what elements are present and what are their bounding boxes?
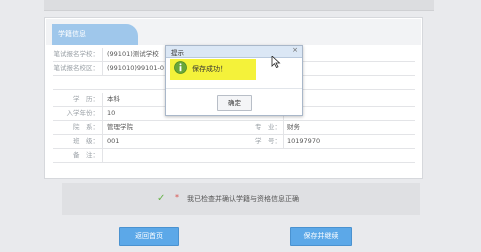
divider — [102, 62, 103, 75]
info-icon — [174, 61, 187, 74]
divider — [102, 149, 103, 162]
class-label: 班 级： — [73, 137, 99, 145]
check-icon[interactable]: ✓ — [157, 193, 165, 204]
ok-button[interactable]: 确定 — [217, 95, 252, 111]
major-label: 专 业： — [255, 123, 281, 131]
education-value: 本科 — [107, 95, 120, 103]
row-class: 班 级： 001 学 号： 10197970 — [53, 135, 415, 149]
confirm-text: 我已检查并确认学籍与资格信息正确 — [187, 195, 299, 203]
row-remark: 备 注： — [53, 149, 415, 163]
card-header: 学籍信息 — [46, 19, 421, 45]
college-label: 院 系： — [73, 123, 99, 131]
student-id-label: 学 号： — [255, 137, 281, 145]
campus-label: 笔试报名校区： — [53, 64, 100, 72]
major-value: 财务 — [287, 123, 300, 131]
entry-year-value: 10 — [107, 109, 116, 117]
school-label: 笔试报名学校： — [53, 50, 100, 58]
divider — [102, 107, 103, 120]
top-bar — [44, 0, 434, 11]
dialog-divider — [166, 88, 302, 89]
mouse-cursor-icon — [271, 56, 281, 68]
dialog-title: 提示 — [171, 49, 184, 57]
divider — [102, 48, 103, 61]
save-continue-button[interactable]: 保存并继续 — [290, 227, 352, 246]
remark-label: 备 注： — [73, 151, 99, 159]
college-value: 管理学院 — [107, 123, 133, 131]
class-value: 001 — [107, 137, 120, 145]
dialog-message: 保存成功！ — [192, 65, 227, 73]
entry-year-label: 入学年份： — [66, 109, 100, 117]
row-college: 院 系： 管理学院 专 业： 财务 — [53, 121, 415, 135]
campus-value: (991010)99101-0 — [107, 64, 165, 72]
tab-student-info[interactable]: 学籍信息 — [52, 24, 138, 45]
divider — [102, 93, 103, 106]
required-asterisk: * — [175, 193, 179, 202]
divider — [283, 121, 284, 134]
back-home-button[interactable]: 返回首页 — [119, 227, 179, 246]
divider — [102, 121, 103, 134]
divider — [283, 135, 284, 148]
alert-dialog: 提示 × 保存成功！ 确定 — [165, 45, 303, 116]
education-label: 学 历： — [73, 95, 99, 103]
close-icon[interactable]: × — [292, 46, 298, 54]
student-id-value: 10197970 — [287, 137, 321, 145]
confirm-area: ✓ * 我已检查并确认学籍与资格信息正确 — [62, 183, 420, 215]
school-value: (99101)测试学校 — [107, 50, 159, 58]
divider — [102, 135, 103, 148]
dialog-title-bar[interactable]: 提示 × — [166, 46, 302, 58]
